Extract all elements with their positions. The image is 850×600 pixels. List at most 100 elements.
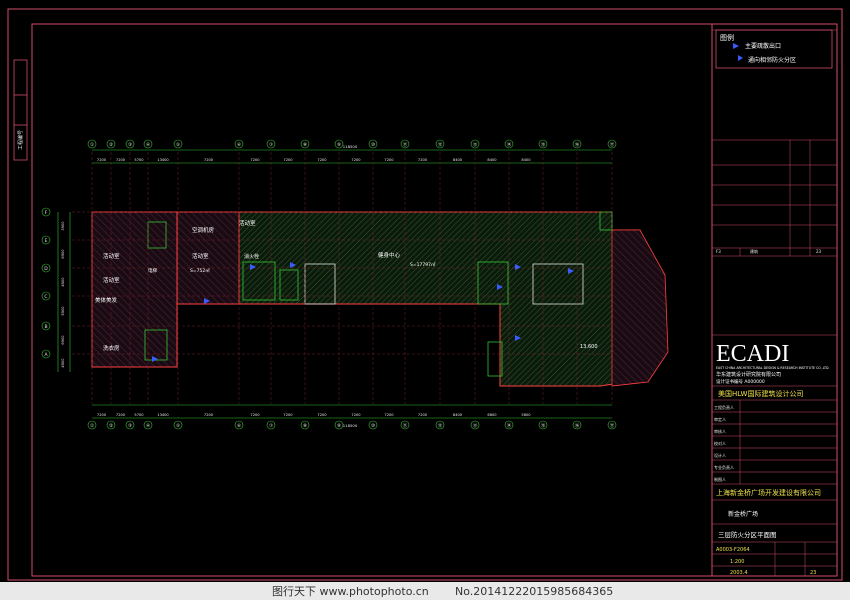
dimension-value: 3900 (61, 221, 65, 231)
dimension-value: 4500 (61, 277, 65, 287)
axis-label: ⑭ (507, 141, 512, 148)
dimension-overall: 118500 (343, 144, 358, 149)
dimension-value: 4500 (61, 358, 65, 368)
dimension-value: 6800 (487, 413, 497, 417)
dimension-value: 7200 (250, 158, 260, 162)
axis-label: ⑰ (610, 141, 615, 148)
room-area-1: S=752㎡ (190, 267, 210, 274)
axis-label: ④ (146, 142, 150, 148)
dimension-value: 7200 (283, 413, 293, 417)
tb-row-6: 专业负责人 (714, 464, 734, 470)
axis-label: ① (90, 142, 94, 148)
drawing-number: A0003-F2064 (716, 547, 750, 553)
fire-zone-left (91, 211, 178, 368)
sheet-number: 23 (810, 570, 816, 576)
room-right-area: 13,600 (580, 344, 598, 350)
axis-label: ⑦ (269, 423, 273, 429)
fire-zone-right (611, 229, 669, 387)
axis-label: ④ (146, 423, 150, 429)
legend-title: 图例 (720, 33, 734, 42)
axis-label: ③ (128, 423, 132, 429)
legend-item-exit: 主要疏散出口 (745, 42, 781, 50)
axis-label: ⑭ (507, 422, 512, 429)
dimension-value: 7200 (418, 413, 428, 417)
dimension-value: 7200 (317, 158, 327, 162)
axis-label: D (44, 266, 48, 272)
license-number: 设计证书编号 A000000 (716, 378, 765, 385)
dimension-value: 7200 (250, 413, 260, 417)
room-fitness-area: S=17797㎡ (410, 261, 436, 268)
watermark-bar: 图行天下 www.photophoto.cn No.20141222015985… (0, 582, 850, 600)
dimension-value: 8400 (487, 158, 497, 162)
dimension-value: 7200 (116, 413, 126, 417)
room-activity-1: 活动室 (103, 252, 120, 260)
firm-name-en: EAST CHINA ARCHITECTURAL DESIGN & RESEAR… (716, 366, 829, 370)
tb-col-a: F3 (716, 249, 721, 254)
axis-label: ⑯ (575, 422, 580, 429)
axis-label: ⑯ (575, 141, 580, 148)
drawing-title: 三层防火分区平面图 (718, 530, 777, 539)
firm-logo: ECADI (716, 341, 789, 367)
dimension-value: 6900 (61, 249, 65, 259)
axis-label: ⑨ (337, 423, 341, 429)
axis-label: ⑫ (438, 141, 443, 148)
legend-item-adjacent: 通向相邻防火分区 (748, 56, 796, 64)
tb-row-1: 工程负责人 (714, 404, 734, 410)
date: 2003.4 (730, 570, 748, 576)
dimension-value: 5700 (134, 158, 144, 162)
axis-label: ⑪ (403, 422, 408, 429)
axis-label: C (44, 294, 47, 300)
room-fire-hydrant: 消火栓 (244, 253, 259, 260)
dimension-value: 8400 (453, 413, 463, 417)
dimension-value: 7200 (351, 158, 361, 162)
axis-label: A (44, 352, 48, 358)
dimension-value: 13400 (157, 413, 169, 417)
axis-label: ⑩ (371, 423, 375, 429)
room-ac: 空调机房 (192, 226, 215, 234)
dimension-value: 7200 (384, 158, 394, 162)
axis-label: E (45, 238, 48, 244)
dimension-value: 7200 (97, 413, 107, 417)
dimension-value: 7200 (283, 158, 293, 162)
axis-label: ② (109, 142, 113, 148)
axis-label: ⑤ (176, 142, 180, 148)
room-fitness-center: 健身中心 (378, 251, 401, 259)
axis-label: ⑩ (371, 142, 375, 148)
axis-label: ② (109, 423, 113, 429)
dimension-value: 6900 (61, 335, 65, 345)
axis-label: ⑥ (237, 142, 241, 148)
axis-label: ⑫ (438, 422, 443, 429)
axis-label: ⑥ (237, 423, 241, 429)
room-aerobics: 美体美发 (95, 296, 118, 304)
scale: 1:200 (730, 559, 744, 565)
axis-label: ⑬ (473, 141, 478, 148)
dimension-value: 7200 (317, 413, 327, 417)
dimension-value: 7200 (204, 413, 214, 417)
tb-row-7: 制图人 (714, 476, 726, 482)
dimension-value: 7200 (418, 158, 428, 162)
dimension-value: 7200 (97, 158, 107, 162)
watermark-site: 图行天下 www.photophoto.cn (272, 585, 429, 598)
room-elevator: 电梯 (148, 267, 157, 274)
axis-label: ⑧ (303, 142, 307, 148)
tb-row-5: 设计人 (714, 452, 726, 458)
dimension-overall: 118500 (343, 423, 358, 428)
partner-firm: 美国HLW国际建筑设计公司 (718, 389, 803, 398)
building-plan (91, 211, 669, 387)
axis-label: B (44, 324, 47, 330)
exit-arrow-icon (733, 43, 739, 49)
axis-label: ③ (128, 142, 132, 148)
axis-label: ⑨ (337, 142, 341, 148)
dimension-value: 7200 (204, 158, 214, 162)
tb-col-b: 建筑 (750, 248, 758, 254)
dimension-value: 7200 (351, 413, 361, 417)
room-activity-2: 活动室 (103, 276, 120, 284)
tb-row-4: 校对人 (714, 440, 726, 446)
axis-label: ⑮ (541, 141, 546, 148)
axis-label: ⑦ (269, 142, 273, 148)
adjacent-zone-arrow-icon (738, 55, 743, 61)
client-name: 上海新金桥广场开发建设有限公司 (716, 488, 821, 497)
project-name: 新金桥广场 (728, 510, 758, 518)
axis-label: ⑰ (610, 422, 615, 429)
axis-label: ⑧ (303, 423, 307, 429)
